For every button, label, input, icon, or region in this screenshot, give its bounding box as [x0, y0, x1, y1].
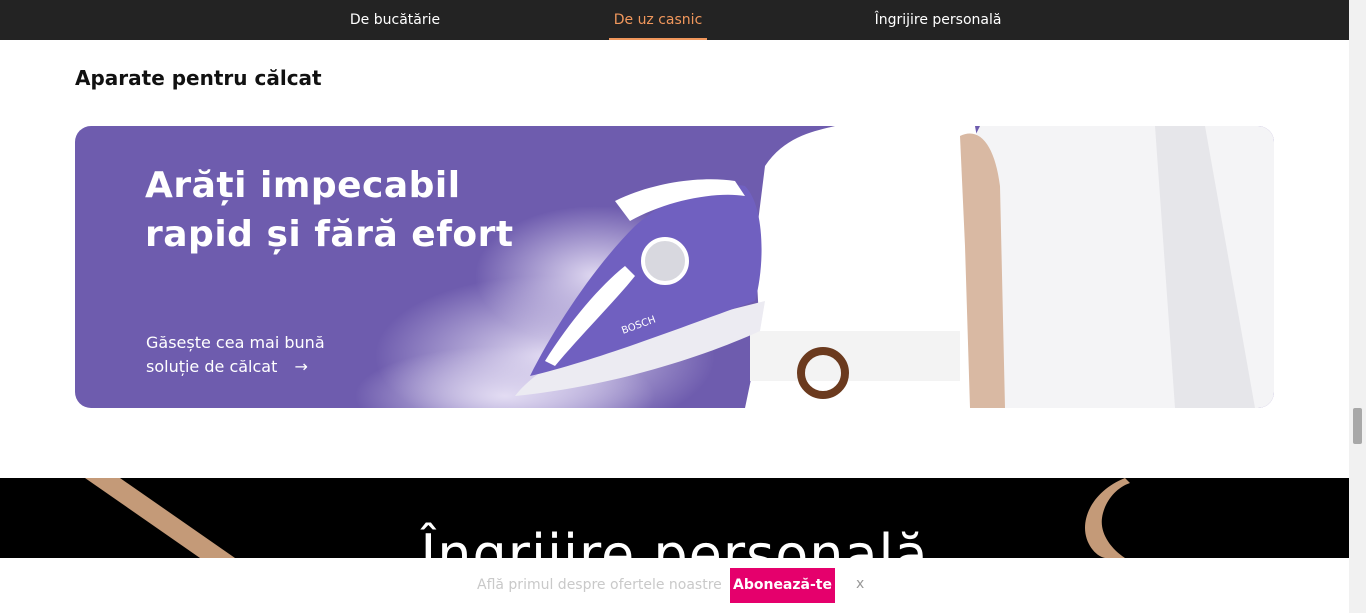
close-icon[interactable]: x — [856, 576, 864, 592]
nav-tab-household[interactable]: De uz casnic — [609, 0, 707, 40]
banner-cta-line1: Găsește cea mai bună — [146, 333, 325, 352]
banner-headline: Arăți impecabil rapid și fără efort — [145, 161, 514, 259]
subscribe-text: Află primul despre ofertele noastre — [477, 577, 722, 593]
banner-cta-line2: soluție de călcat — [146, 357, 278, 376]
nav-tab-kitchen[interactable]: De bucătărie — [340, 0, 450, 40]
arrow-right-icon: → — [294, 357, 308, 376]
scrollbar-thumb[interactable] — [1353, 408, 1362, 444]
section-title: Aparate pentru călcat — [75, 66, 322, 90]
banner-headline-line1: Arăți impecabil — [145, 165, 461, 206]
subscribe-button[interactable]: Abonează-te — [730, 568, 835, 603]
ironing-banner[interactable]: BOSCH Arăți impecabil rapid și fără efor… — [75, 126, 1274, 408]
banner-cta[interactable]: Găsește cea mai bună soluție de călcat → — [146, 331, 325, 379]
subscribe-bar: Află primul despre ofertele noastre Abon… — [0, 558, 1349, 613]
nav-tab-personal-care[interactable]: Îngrijire personală — [868, 0, 1008, 40]
iron-dial — [641, 237, 689, 285]
scrollbar[interactable] — [1349, 0, 1366, 613]
top-nav: De bucătărie De uz casnic Îngrijire pers… — [0, 0, 1349, 40]
dress-belt — [750, 331, 960, 381]
banner-headline-line2: rapid și fără efort — [145, 214, 514, 255]
